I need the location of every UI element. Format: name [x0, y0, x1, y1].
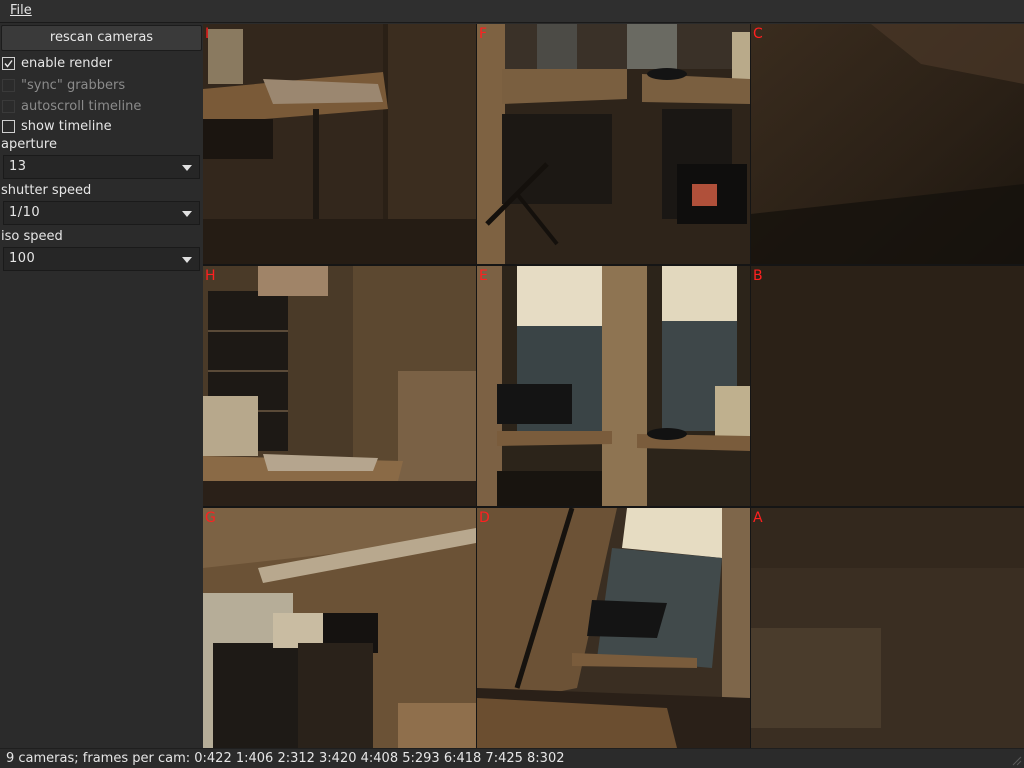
camera-view-f: F: [477, 24, 750, 264]
shutter-speed-select[interactable]: 1/10: [3, 201, 200, 225]
chevron-down-icon: [182, 165, 192, 171]
camera-label: D: [479, 510, 490, 526]
autoscroll-timeline-checkbox: [2, 100, 15, 113]
camera-view-i: I: [203, 24, 476, 264]
enable-render-checkbox-row[interactable]: enable render: [0, 55, 203, 73]
camera-feed-image: [203, 508, 476, 748]
camera-label: H: [205, 268, 216, 284]
camera-label: B: [753, 268, 763, 284]
camera-feed-image: [477, 24, 750, 264]
checkmark-icon: [4, 60, 13, 68]
shutter-speed-label: shutter speed: [1, 183, 92, 198]
autoscroll-timeline-label: autoscroll timeline: [21, 99, 142, 114]
iso-speed-select[interactable]: 100: [3, 247, 200, 271]
chevron-down-icon: [182, 257, 192, 263]
show-timeline-checkbox-row[interactable]: show timeline: [0, 118, 203, 136]
camera-view-c: C: [751, 24, 1024, 264]
chevron-down-icon: [182, 211, 192, 217]
autoscroll-timeline-checkbox-row: autoscroll timeline: [0, 98, 203, 116]
camera-feed-image: [203, 266, 476, 506]
file-menu[interactable]: File: [10, 3, 32, 18]
camera-feed-image: [203, 24, 476, 264]
camera-label: G: [205, 510, 216, 526]
status-bar: 9 cameras; frames per cam: 0:422 1:406 2…: [0, 748, 1024, 768]
aperture-select[interactable]: 13: [3, 155, 200, 179]
camera-label: I: [205, 26, 210, 42]
aperture-value: 13: [9, 159, 27, 174]
camera-label: C: [753, 26, 763, 42]
status-text: 9 cameras; frames per cam: 0:422 1:406 2…: [6, 751, 565, 766]
shutter-speed-value: 1/10: [9, 205, 41, 220]
camera-view-a: A: [751, 508, 1024, 748]
enable-render-checkbox[interactable]: [2, 57, 15, 70]
camera-view-g: G: [203, 508, 476, 748]
sync-grabbers-checkbox: [2, 79, 15, 92]
camera-label: E: [479, 268, 488, 284]
resize-grip-icon[interactable]: [1010, 754, 1022, 766]
sync-grabbers-label: "sync" grabbers: [21, 78, 126, 93]
camera-feed-image: [751, 24, 1024, 264]
camera-feed-image: [477, 508, 750, 748]
camera-view-h: H: [203, 266, 476, 506]
file-menu-label: File: [10, 3, 32, 18]
aperture-label: aperture: [1, 137, 57, 152]
menubar: File: [0, 0, 1024, 23]
camera-feed-image: [477, 266, 750, 506]
camera-label: A: [753, 510, 763, 526]
sync-grabbers-checkbox-row: "sync" grabbers: [0, 77, 203, 95]
iso-speed-label: iso speed: [1, 229, 63, 244]
camera-view-d: D: [477, 508, 750, 748]
camera-view-e: E: [477, 266, 750, 506]
show-timeline-checkbox[interactable]: [2, 120, 15, 133]
camera-feed-image: [751, 266, 1024, 506]
iso-speed-value: 100: [9, 251, 36, 266]
camera-grid: I F C H E B G D A: [203, 24, 1024, 748]
camera-label: F: [479, 26, 488, 42]
camera-view-b: B: [751, 266, 1024, 506]
rescan-cameras-button[interactable]: rescan cameras: [1, 25, 202, 51]
camera-feed-image: [751, 508, 1024, 748]
show-timeline-label: show timeline: [21, 119, 112, 134]
enable-render-label: enable render: [21, 56, 113, 71]
control-sidebar: rescan cameras enable render "sync" grab…: [0, 24, 203, 748]
